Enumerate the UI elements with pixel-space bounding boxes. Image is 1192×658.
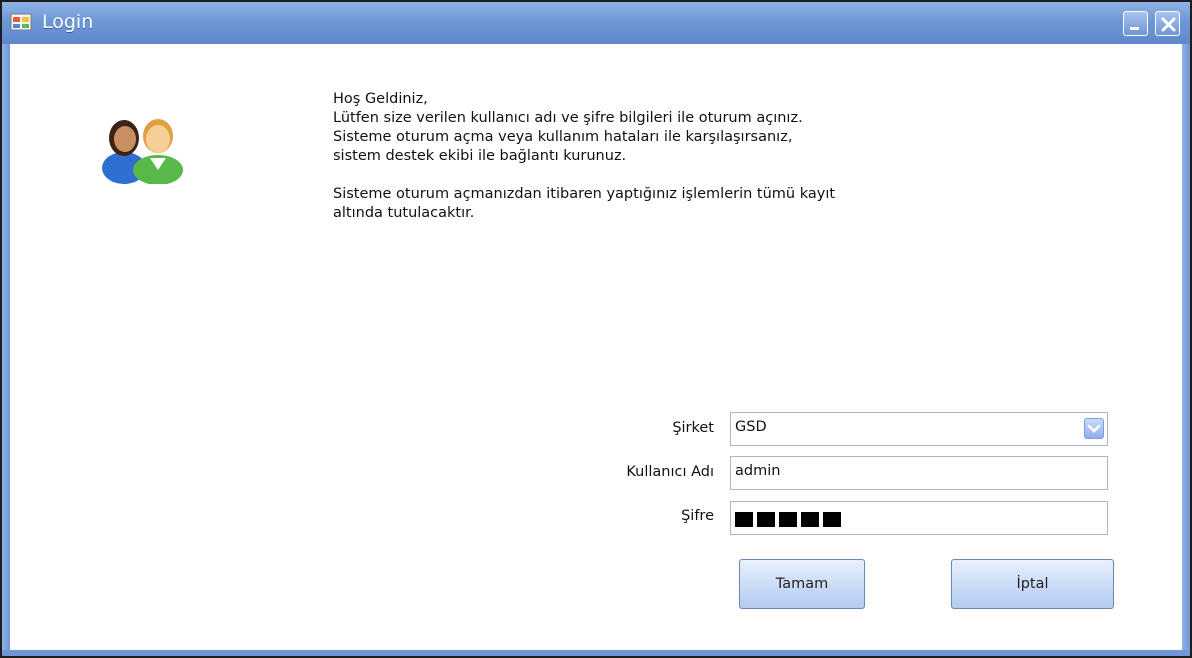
chevron-down-icon bbox=[1087, 424, 1101, 433]
window-title: Login bbox=[42, 11, 94, 33]
username-label: Kullanıcı Adı bbox=[626, 464, 714, 480]
ok-button[interactable]: Tamam bbox=[739, 559, 865, 609]
password-dot bbox=[735, 512, 753, 527]
window-frame-bottom bbox=[2, 650, 1190, 656]
minimize-icon bbox=[1130, 27, 1139, 30]
message-line: Sisteme oturum açmanızdan itibaren yaptı… bbox=[333, 186, 836, 202]
welcome-message: Hoş Geldiniz, Lütfen size verilen kullan… bbox=[333, 90, 973, 223]
password-dot bbox=[823, 512, 841, 527]
company-select[interactable]: GSD bbox=[730, 412, 1108, 446]
password-mask bbox=[735, 508, 1103, 527]
login-window: Login Hoş Geldiniz, Lütfen size verilen … bbox=[0, 0, 1192, 658]
password-dot bbox=[757, 512, 775, 527]
close-icon bbox=[1161, 17, 1176, 32]
password-dot bbox=[801, 512, 819, 527]
window-frame-left bbox=[2, 44, 10, 656]
password-field[interactable] bbox=[730, 501, 1108, 535]
company-label: Şirket bbox=[672, 420, 714, 436]
title-bar[interactable]: Login bbox=[2, 2, 1190, 44]
username-value: admin bbox=[735, 463, 781, 479]
minimize-button[interactable] bbox=[1123, 11, 1148, 36]
message-line: altında tutulacaktır. bbox=[333, 205, 475, 221]
close-button[interactable] bbox=[1155, 11, 1180, 36]
window-app-icon bbox=[10, 12, 32, 32]
password-label: Şifre bbox=[681, 508, 714, 524]
message-line: Sisteme oturum açma veya kullanım hatala… bbox=[333, 129, 793, 145]
message-line: sistem destek ekibi ile bağlantı kurunuz… bbox=[333, 148, 627, 164]
cancel-button[interactable]: İptal bbox=[951, 559, 1114, 609]
password-dot bbox=[779, 512, 797, 527]
dropdown-button[interactable] bbox=[1084, 418, 1104, 439]
message-line: Lütfen size verilen kullanıcı adı ve şif… bbox=[333, 110, 803, 126]
window-frame-right bbox=[1182, 44, 1190, 656]
username-field[interactable]: admin bbox=[730, 456, 1108, 490]
message-line: Hoş Geldiniz, bbox=[333, 91, 428, 107]
users-icon bbox=[98, 108, 186, 185]
company-select-value: GSD bbox=[735, 419, 767, 435]
